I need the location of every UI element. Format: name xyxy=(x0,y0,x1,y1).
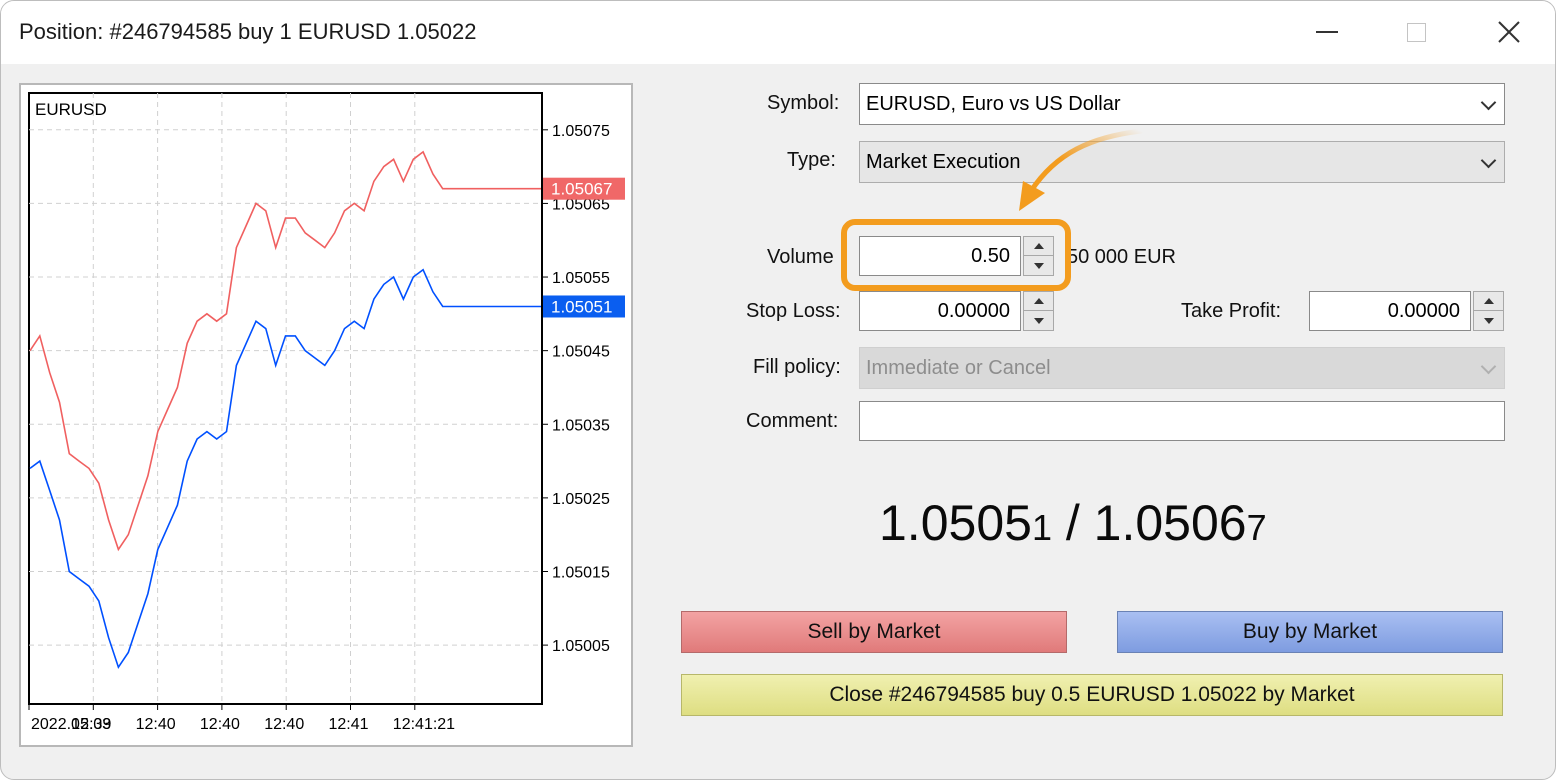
x-tick-label: 12:40 xyxy=(200,716,240,733)
buy-by-market-button[interactable]: Buy by Market xyxy=(1117,611,1503,653)
volume-decrement-button[interactable] xyxy=(1024,256,1053,275)
bid-price-last-digit: 1 xyxy=(1031,507,1052,548)
close-window-button[interactable] xyxy=(1479,9,1539,55)
stop-loss-stepper[interactable] xyxy=(1023,291,1054,331)
take-profit-increment-button[interactable] xyxy=(1474,292,1503,311)
chevron-down-icon xyxy=(1480,152,1497,169)
window-title: Position: #246794585 buy 1 EURUSD 1.0502… xyxy=(19,19,477,44)
fill-policy-select[interactable]: Immediate or Cancel xyxy=(859,347,1505,389)
type-label: Type: xyxy=(787,149,836,171)
chart-canvas: 1.050751.050651.050551.050451.050351.050… xyxy=(28,92,625,733)
type-select[interactable]: Market Execution xyxy=(859,141,1505,183)
volume-input[interactable]: 0.50 xyxy=(859,236,1021,276)
arrow-up-icon xyxy=(1033,298,1044,304)
ask-price-last-digit: 7 xyxy=(1246,507,1267,548)
take-profit-decrement-button[interactable] xyxy=(1474,311,1503,330)
maximize-button[interactable] xyxy=(1386,9,1446,55)
ask-price-tag-label: 1.05067 xyxy=(551,180,612,199)
stop-loss-increment-button[interactable] xyxy=(1024,292,1053,311)
ask-price-main: 1.0506 xyxy=(1093,495,1247,551)
close-position-button[interactable]: Close #246794585 buy 0.5 EURUSD 1.05022 … xyxy=(681,674,1503,716)
y-tick-label: 1.05005 xyxy=(552,638,610,655)
bid-price-main: 1.0505 xyxy=(879,495,1032,551)
volume-note: 50 000 EUR xyxy=(1067,246,1176,268)
quote-display: 1.05051 / 1.05067 xyxy=(879,494,1267,552)
y-tick-label: 1.05015 xyxy=(552,564,610,581)
stop-loss-value: 0.00000 xyxy=(937,299,1010,322)
plot-area xyxy=(28,92,543,705)
maximize-icon xyxy=(1406,22,1426,42)
volume-stepper[interactable] xyxy=(1023,236,1054,276)
quote-separator: / xyxy=(1051,495,1094,551)
minimize-icon xyxy=(1316,31,1338,33)
x-tick-label: 12:41 xyxy=(329,716,369,733)
take-profit-input[interactable]: 0.00000 xyxy=(1309,291,1471,331)
fill-policy-label: Fill policy: xyxy=(753,356,841,378)
y-tick-label: 1.05055 xyxy=(552,270,610,287)
take-profit-value: 0.00000 xyxy=(1387,299,1460,322)
x-tick-label: 12:39 xyxy=(71,716,111,733)
symbol-select[interactable]: EURUSD, Euro vs US Dollar xyxy=(859,83,1505,125)
take-profit-label: Take Profit: xyxy=(1181,300,1282,322)
symbol-value: EURUSD, Euro vs US Dollar xyxy=(866,92,1121,115)
volume-label: Volume xyxy=(767,246,834,268)
title-bar: Position: #246794585 buy 1 EURUSD 1.0502… xyxy=(1,1,1555,64)
arrow-down-icon xyxy=(1033,262,1044,269)
comment-label: Comment: xyxy=(746,410,839,432)
volume-value: 0.50 xyxy=(971,244,1010,267)
comment-input[interactable] xyxy=(859,401,1505,441)
chevron-down-icon xyxy=(1480,358,1497,375)
arrow-down-icon xyxy=(1483,317,1494,324)
y-tick-label: 1.05045 xyxy=(552,344,610,361)
sell-by-market-button[interactable]: Sell by Market xyxy=(681,611,1067,653)
type-value: Market Execution xyxy=(866,150,1021,173)
take-profit-stepper[interactable] xyxy=(1473,291,1504,331)
price-chart: 1.05075 1.05065 1.05055 1.05045 1.05035 1.050… xyxy=(19,83,633,747)
y-tick-label: 1.05025 xyxy=(552,491,610,508)
arrow-down-icon xyxy=(1033,317,1044,324)
stop-loss-input[interactable]: 0.00000 xyxy=(859,291,1021,331)
close-icon xyxy=(1498,21,1520,43)
stop-loss-decrement-button[interactable] xyxy=(1024,311,1053,330)
symbol-label: Symbol: xyxy=(767,92,840,114)
chart-symbol: EURUSD xyxy=(35,100,107,119)
bid-price-tag-label: 1.05051 xyxy=(551,297,612,316)
order-dialog: Position: #246794585 buy 1 EURUSD 1.0502… xyxy=(0,0,1556,780)
volume-increment-button[interactable] xyxy=(1024,237,1053,256)
x-tick-label: 12:41:21 xyxy=(393,716,455,733)
x-tick-label: 12:40 xyxy=(264,716,304,733)
y-tick-label: 1.05075 xyxy=(552,123,610,140)
x-tick-label: 12:40 xyxy=(136,716,176,733)
y-tick-label: 1.05035 xyxy=(552,417,610,434)
minimize-button[interactable] xyxy=(1297,9,1357,55)
chevron-down-icon xyxy=(1480,94,1497,111)
fill-policy-value: Immediate or Cancel xyxy=(866,356,1051,379)
stop-loss-label: Stop Loss: xyxy=(746,300,841,322)
arrow-up-icon xyxy=(1483,298,1494,304)
arrow-up-icon xyxy=(1033,243,1044,249)
